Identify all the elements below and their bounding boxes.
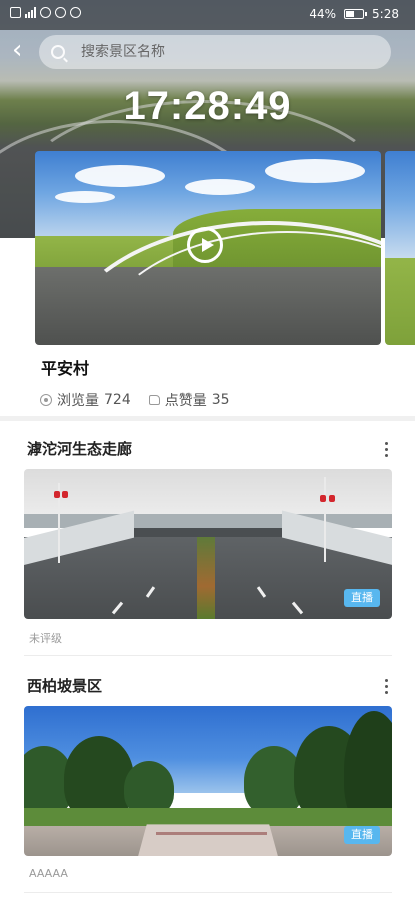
item-rating: 未评级: [29, 632, 62, 645]
search-input[interactable]: [79, 43, 363, 61]
lantern: [320, 495, 326, 502]
item-thumbnail[interactable]: 直播: [24, 706, 392, 856]
next-carousel-card[interactable]: [385, 151, 415, 345]
status-bar: 44% 5:28: [0, 0, 415, 30]
median-strip: [196, 536, 216, 619]
sky: [385, 151, 415, 258]
views-stat: 浏览量 724: [40, 390, 131, 410]
back-button[interactable]: ‹: [12, 37, 34, 63]
likes-count: 35: [211, 392, 230, 408]
lantern: [329, 495, 335, 502]
live-badge: 直播: [344, 826, 380, 844]
live-badge: 直播: [344, 589, 380, 607]
battery-icon: [344, 9, 368, 19]
cloud: [55, 191, 115, 203]
battery-percent: 44%: [309, 7, 337, 21]
lamp-pole: [324, 477, 326, 562]
divider: [24, 655, 392, 656]
mute-icon: [70, 7, 81, 18]
sky: [24, 469, 392, 517]
wifi-icon: [40, 7, 51, 18]
inscription-stone: [138, 823, 278, 856]
views-label: 浏览量: [57, 393, 99, 409]
lantern: [54, 491, 60, 498]
back-icon: ‹: [12, 35, 23, 65]
lantern: [62, 491, 68, 498]
more-icon[interactable]: [385, 442, 389, 457]
cloud: [75, 165, 165, 187]
item-rating: AAAAA: [29, 867, 68, 880]
spot-stats: 浏览量 724 点赞量 35: [40, 390, 248, 410]
status-icons-left: [10, 7, 81, 18]
search-bar[interactable]: [39, 35, 391, 69]
field: [385, 257, 415, 345]
play-icon[interactable]: [187, 227, 223, 263]
likes-stat[interactable]: 点赞量 35: [148, 390, 230, 410]
spot-title: 平安村: [41, 359, 90, 378]
likes-label: 点赞量: [164, 393, 207, 409]
divider: [24, 892, 392, 893]
eye-icon: [40, 394, 52, 406]
alarm-icon: [55, 7, 66, 18]
sim-icon: [10, 7, 21, 18]
views-count: 724: [104, 392, 131, 408]
thumb-up-icon: [148, 395, 160, 405]
road-image: [35, 151, 381, 345]
live-clock: 17:28:49: [123, 84, 292, 128]
more-icon[interactable]: [385, 679, 389, 694]
stone-inscription: [156, 832, 267, 835]
status-time: 5:28: [372, 7, 399, 21]
status-icons-right: 44% 5:28: [309, 7, 399, 21]
item-title: 滹沱河生态走廊: [27, 440, 133, 458]
item-thumbnail[interactable]: 直播: [24, 469, 392, 619]
signal-icon: [25, 7, 36, 18]
scenic-list: 滹沱河生态走廊 直播 未评级 西柏坡景区 直播 AAAAA: [0, 421, 415, 900]
cloud: [185, 179, 255, 195]
road-image: [385, 151, 415, 345]
search-icon: [51, 45, 65, 59]
cloud: [265, 159, 365, 183]
featured-video[interactable]: [35, 151, 381, 345]
item-title: 西柏坡景区: [27, 677, 103, 695]
